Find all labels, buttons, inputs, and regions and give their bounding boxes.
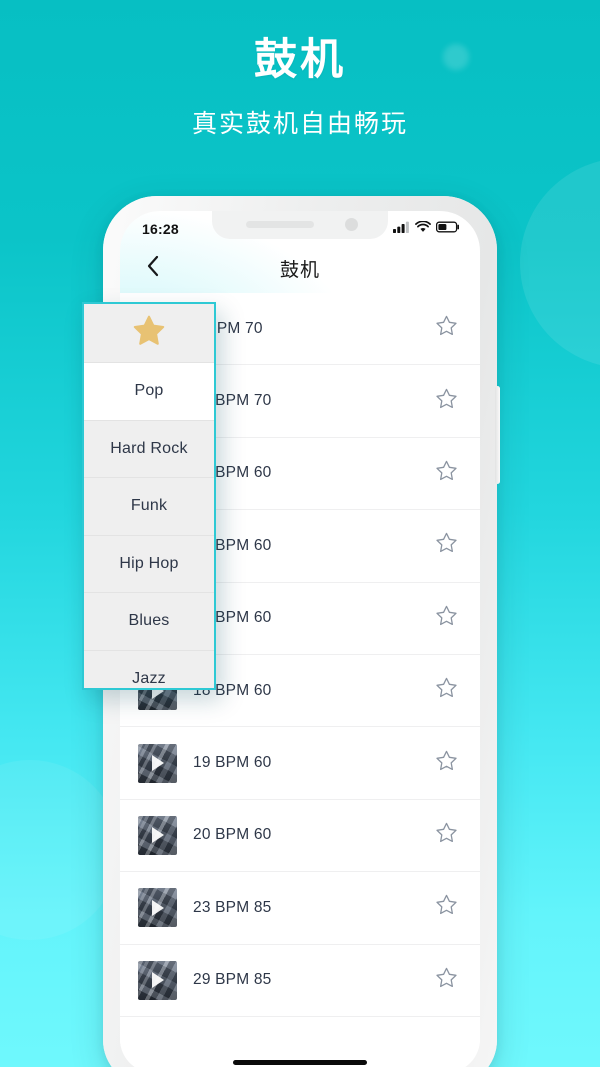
genre-item[interactable]: Hard Rock <box>84 421 214 478</box>
genre-item[interactable]: Blues <box>84 593 214 650</box>
play-triangle-icon <box>151 972 164 989</box>
genre-item-label: Blues <box>128 612 170 630</box>
track-thumbnail[interactable] <box>138 960 177 1000</box>
star-outline-icon <box>434 387 459 416</box>
genre-item-label: Funk <box>130 497 168 515</box>
track-thumbnail[interactable] <box>138 888 177 928</box>
favorite-toggle[interactable] <box>434 749 459 778</box>
track-label: 18 BPM 60 <box>193 681 272 699</box>
star-outline-icon <box>434 966 459 995</box>
play-triangle-icon <box>151 755 164 772</box>
favorite-toggle[interactable] <box>434 893 459 922</box>
track-row[interactable]: 20 BPM 60 <box>120 799 480 873</box>
genre-item-label: Hard Rock <box>110 439 188 457</box>
decorative-bubble-mid <box>0 760 120 940</box>
status-icons <box>393 216 460 238</box>
play-triangle-icon <box>151 899 164 916</box>
star-outline-icon <box>434 676 459 705</box>
favorite-toggle[interactable] <box>434 387 459 416</box>
track-label: 19 BPM 60 <box>193 754 272 772</box>
genre-item-label: Jazz <box>132 669 166 687</box>
genre-item[interactable]: Funk <box>84 478 214 535</box>
track-label: 23 BPM 85 <box>193 898 272 916</box>
battery-icon <box>435 220 460 238</box>
track-label: 13 BPM 60 <box>193 536 272 554</box>
poster-title: 鼓机 <box>254 36 346 84</box>
favorite-toggle[interactable] <box>434 604 459 633</box>
track-row[interactable]: 29 BPM 85 <box>120 944 480 1017</box>
decorative-bubble-large <box>520 158 600 368</box>
home-indicator[interactable] <box>233 1060 367 1065</box>
genre-item[interactable]: Pop <box>84 363 214 420</box>
track-thumbnail[interactable] <box>138 815 177 855</box>
status-time: 16:28 <box>142 221 179 237</box>
favorite-toggle[interactable] <box>434 459 459 488</box>
track-label: 20 BPM 60 <box>193 826 272 844</box>
page-title: 鼓机 <box>279 259 320 281</box>
star-outline-icon <box>434 821 459 850</box>
genre-favorites-tab[interactable] <box>84 304 214 362</box>
favorite-toggle[interactable] <box>434 314 459 343</box>
play-triangle-icon <box>151 827 164 844</box>
genre-item-label: Pop <box>134 382 164 400</box>
track-row[interactable]: 19 BPM 60 <box>120 727 480 800</box>
genre-item[interactable]: Hip Hop <box>84 536 214 593</box>
chevron-left-icon <box>146 255 160 282</box>
back-button[interactable] <box>138 253 168 283</box>
favorite-toggle[interactable] <box>434 676 459 705</box>
star-outline-icon <box>434 893 459 922</box>
track-label: 10 BPM 70 <box>193 392 272 410</box>
nav-bar: 鼓机 <box>120 243 480 293</box>
track-label: 1 BPM 70 <box>193 319 263 337</box>
track-label: 14 BPM 60 <box>193 609 272 627</box>
favorite-toggle[interactable] <box>434 531 459 560</box>
poster-subtitle: 真实鼓机自由畅玩 <box>191 110 408 138</box>
star-outline-icon <box>434 749 459 778</box>
genre-item[interactable]: Jazz <box>84 651 214 689</box>
app-store-promo-poster: 鼓机 真实鼓机自由畅玩 16:28 鼓机 1 BPM 70 10 BPM 70 … <box>0 0 600 1067</box>
star-outline-icon <box>434 314 459 343</box>
star-outline-icon <box>434 531 459 560</box>
wifi-icon <box>415 220 431 238</box>
favorite-toggle[interactable] <box>434 821 459 850</box>
genre-drawer[interactable]: Pop Hard Rock Funk Hip Hop Blues Jazz <box>82 302 216 690</box>
favorite-toggle[interactable] <box>434 966 459 995</box>
phone-power-button[interactable] <box>495 386 500 484</box>
star-outline-icon <box>434 459 459 488</box>
cellular-signal-icon <box>393 220 410 238</box>
star-outline-icon <box>434 604 459 633</box>
track-label: 12 BPM 60 <box>193 464 272 482</box>
track-thumbnail[interactable] <box>138 743 177 783</box>
genre-item-label: Hip Hop <box>119 554 179 572</box>
track-label: 29 BPM 85 <box>193 971 272 989</box>
track-row[interactable]: 23 BPM 85 <box>120 872 480 945</box>
status-bar: 16:28 <box>120 211 480 243</box>
star-filled-icon <box>132 314 166 352</box>
